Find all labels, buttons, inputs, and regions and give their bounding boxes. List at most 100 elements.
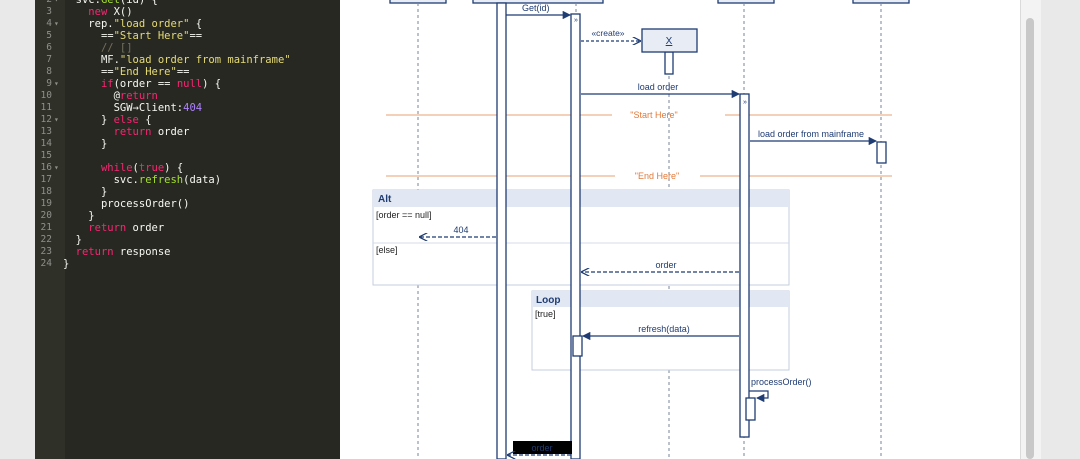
code-text: } (75, 234, 82, 246)
code-line[interactable]: 15 (35, 150, 340, 162)
activation-marker-service: » (574, 17, 578, 24)
code-line[interactable]: 5 =="Start Here"== (35, 30, 340, 42)
line-number: 15 (40, 150, 52, 161)
activation-repository (739, 93, 750, 438)
code-line[interactable]: 24} (35, 258, 340, 270)
code-editor[interactable]: 2▾ svc.Get(id) {3 new X()4▾ rep."load or… (35, 0, 340, 459)
message-load-mainframe-label: load order from mainframe (758, 129, 864, 139)
line-number: 10 (40, 90, 52, 101)
message-order-reply-label: order (655, 260, 676, 270)
code-text: @return (113, 90, 158, 102)
code-text: processOrder() (100, 198, 190, 210)
line-number: 17 (40, 174, 52, 185)
vertical-scrollbar-thumb[interactable] (1026, 18, 1034, 459)
participant-header-mainframe (852, 0, 910, 4)
line-number: 3 (46, 6, 52, 17)
code-text: new X() (88, 6, 133, 18)
line-number: 13 (40, 126, 52, 137)
line-number: 16 (40, 162, 52, 173)
line-number: 5 (46, 30, 52, 41)
code-line[interactable]: 13 return order (35, 126, 340, 138)
code-text: svc.refresh(data) (113, 174, 222, 186)
activation-repository-nested (745, 397, 756, 421)
line-number: 22 (40, 234, 52, 245)
code-text: return order (88, 222, 165, 234)
code-line[interactable]: 22 } (35, 234, 340, 246)
code-text: =="Start Here"== (100, 30, 203, 42)
line-number: 24 (40, 258, 52, 269)
divider-end-label: "End Here" (635, 171, 679, 181)
line-number: 4 (46, 18, 52, 29)
fold-toggle-icon[interactable]: ▾ (54, 162, 59, 174)
line-number: 18 (40, 186, 52, 197)
code-text: =="End Here"== (100, 66, 190, 78)
line-number: 21 (40, 222, 52, 233)
loop-guard: [true] (535, 309, 556, 319)
line-number: 23 (40, 246, 52, 257)
line-number: 8 (46, 66, 52, 77)
code-line[interactable]: 8 =="End Here"== (35, 66, 340, 78)
code-line[interactable]: 7 MF."load order from mainframe" (35, 54, 340, 66)
alt-label: Alt (378, 194, 392, 205)
code-line[interactable]: 6 // [] (35, 42, 340, 54)
code-text: MF."load order from mainframe" (100, 54, 291, 66)
code-line[interactable]: 18 } (35, 186, 340, 198)
code-line[interactable]: 3 new X() (35, 6, 340, 18)
line-number: 12 (40, 114, 52, 125)
code-line[interactable]: 20 } (35, 210, 340, 222)
activation-marker-repository: » (743, 99, 747, 106)
code-line[interactable]: 10 @return (35, 90, 340, 102)
line-number: 7 (46, 54, 52, 65)
code-text: } else { (100, 114, 152, 126)
line-number: 11 (40, 102, 52, 113)
fold-toggle-icon[interactable]: ▾ (54, 114, 59, 126)
divider-start-label: "Start Here" (630, 110, 677, 120)
alt-guard-null: [order == null] (376, 210, 432, 220)
code-line[interactable]: 21 return order (35, 222, 340, 234)
message-process-order-label: processOrder() (751, 377, 812, 387)
code-text: } (100, 138, 108, 150)
code-text: // [] (100, 42, 133, 54)
participant-header-repository (717, 0, 775, 4)
alt-guard-else: [else] (376, 245, 398, 255)
participant-header-client (389, 0, 447, 4)
sequence-diagram: Alt [order == null] [else] Loop [true] "… (372, 0, 910, 459)
line-number: 20 (40, 210, 52, 221)
code-text: if(order == null) { (100, 78, 222, 90)
line-number: 6 (46, 42, 52, 53)
code-text: while(true) { (100, 162, 184, 174)
fold-toggle-icon[interactable]: ▾ (54, 78, 59, 90)
activation-service-loop (572, 335, 583, 357)
code-text: rep."load order" { (88, 18, 203, 30)
activation-gateway (496, 2, 507, 459)
message-create-label: «create» (591, 28, 624, 38)
code-line[interactable]: 14 } (35, 138, 340, 150)
message-process-order-arrow (749, 390, 769, 403)
loop-label: Loop (536, 295, 560, 306)
code-line[interactable]: 23 return response (35, 246, 340, 258)
code-line[interactable]: 9 ▾ if(order == null) { (35, 78, 340, 90)
code-line[interactable]: 17 svc.refresh(data) (35, 174, 340, 186)
activation-mainframe (876, 141, 887, 164)
alt-fragment-header (373, 190, 789, 207)
code-line[interactable]: 4 ▾ rep."load order" { (35, 18, 340, 30)
message-404-label: 404 (453, 225, 468, 235)
window-margin-right (1041, 0, 1080, 459)
activation-service (570, 13, 581, 459)
code-line[interactable]: 19 processOrder() (35, 198, 340, 210)
message-final-order-label: order (531, 443, 552, 453)
code-text: return response (75, 246, 171, 258)
code-line[interactable]: 16 ▾ while(true) { (35, 162, 340, 174)
fold-toggle-icon[interactable]: ▾ (54, 18, 59, 30)
diagram-canvas: Alt [order == null] [else] Loop [true] "… (340, 0, 1020, 459)
code-text: return order (113, 126, 190, 138)
line-number: 14 (40, 138, 52, 149)
message-get-label: Get(id) (522, 3, 550, 13)
code-line[interactable]: 12 ▾ } else { (35, 114, 340, 126)
message-refresh-label: refresh(data) (638, 324, 690, 334)
code-text: } (63, 258, 70, 270)
line-number: 19 (40, 198, 52, 209)
code-text: } (88, 210, 95, 222)
code-text: SGW→Client:404 (113, 102, 203, 114)
code-line[interactable]: 11 SGW→Client:404 (35, 102, 340, 114)
